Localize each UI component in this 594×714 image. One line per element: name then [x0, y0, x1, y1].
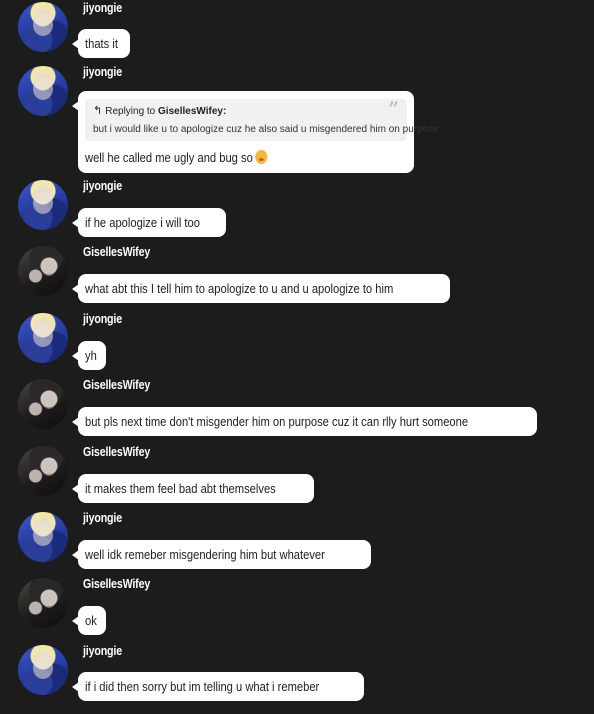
reply-arrow-icon: ↰	[93, 105, 103, 117]
avatar[interactable]	[18, 446, 68, 496]
reply-prefix: Replying to	[105, 106, 156, 117]
reply-target: GisellesWifey:	[158, 106, 227, 117]
message-bubble: thats it	[71, 29, 131, 58]
avatar[interactable]	[18, 2, 68, 52]
message-author[interactable]: jiyongie	[83, 64, 122, 79]
avatar[interactable]	[18, 66, 68, 116]
message-text: well he called me ugly and bug so	[85, 149, 268, 166]
message-text: thats it	[85, 36, 118, 51]
message-text: but pls next time don't misgender him on…	[85, 414, 469, 429]
message-author[interactable]: jiyongie	[83, 510, 122, 525]
avatar[interactable]	[18, 246, 68, 296]
avatar[interactable]	[18, 512, 68, 562]
message-author[interactable]: jiyongie	[83, 311, 122, 326]
message-text: it makes them feel bad abt themselves	[85, 481, 276, 496]
message-bubble: if i did then sorry but im telling u wha…	[71, 672, 365, 701]
message-bubble: but pls next time don't misgender him on…	[71, 407, 538, 436]
reply-header: ↰ Replying to GisellesWifey:	[93, 105, 399, 118]
message-text: yh	[85, 348, 97, 363]
message-bubble: well idk remeber misgendering him but wh…	[72, 540, 371, 569]
message-bubble: it makes them feel bad abt themselves	[72, 474, 314, 503]
message-text-content: well he called me ugly and bug so	[85, 150, 253, 165]
message-bubble: yh	[72, 341, 106, 370]
emoji-icon	[255, 150, 268, 164]
message-text: if i did then sorry but im telling u wha…	[85, 679, 320, 694]
reply-quote[interactable]: ↰ Replying to GisellesWifey: but i would …	[85, 99, 439, 141]
message-bubble: if he apologize i will too	[72, 208, 226, 237]
message-author[interactable]: GisellesWifey	[83, 377, 150, 392]
message-text: well idk remeber misgendering him but wh…	[85, 547, 325, 562]
message-bubble: ↰ Replying to GisellesWifey: but i would …	[72, 91, 439, 173]
quote-icon: ”	[387, 99, 399, 124]
message-author[interactable]: GisellesWifey	[83, 244, 150, 259]
avatar[interactable]	[18, 180, 68, 230]
avatar[interactable]	[18, 578, 68, 628]
avatar[interactable]	[18, 379, 68, 429]
avatar[interactable]	[18, 313, 68, 363]
message-text: what abt this I tell him to apologize to…	[85, 281, 394, 296]
message-author[interactable]: GisellesWifey	[83, 576, 150, 591]
reply-text: but i would like u to apologize cuz he a…	[93, 124, 439, 135]
message-text: if he apologize i will too	[85, 215, 200, 230]
message-bubble: ok	[72, 606, 106, 635]
message-author[interactable]: jiyongie	[83, 643, 122, 658]
message-text: ok	[85, 613, 97, 628]
message-author[interactable]: jiyongie	[83, 0, 122, 15]
avatar[interactable]	[18, 645, 68, 695]
message-bubble: what abt this I tell him to apologize to…	[71, 274, 451, 303]
message-author[interactable]: jiyongie	[83, 178, 122, 193]
message-author[interactable]: GisellesWifey	[83, 444, 150, 459]
